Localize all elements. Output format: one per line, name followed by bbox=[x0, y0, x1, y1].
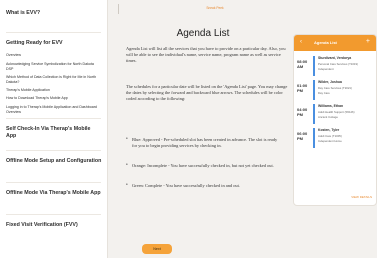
agenda-time: 04:00 PM bbox=[297, 107, 308, 117]
agenda-row[interactable]: 01:00 PM Wilder, Joshua Day Care Service… bbox=[294, 79, 376, 101]
divider bbox=[6, 118, 101, 119]
back-arrow-icon[interactable]: ‹ bbox=[300, 39, 302, 45]
add-icon[interactable]: + bbox=[366, 38, 370, 45]
bullet-orange: Orange: Incomplete - You have successful… bbox=[132, 163, 274, 168]
paragraph-intro: Agenda List will list all the services t… bbox=[126, 46, 286, 63]
sidebar-subitem-overview[interactable]: Overview bbox=[0, 53, 108, 58]
agenda-row[interactable]: 08:00 AM Sturdivant, Verdorya Personal C… bbox=[294, 55, 376, 77]
agenda-time: 06:00 PM bbox=[297, 131, 308, 141]
sidebar-subitem-download-app[interactable]: How to Download Therap's Mobile App bbox=[0, 96, 108, 101]
agenda-name: Sturdivant, Verdorya bbox=[318, 56, 352, 60]
divider bbox=[6, 32, 101, 33]
sidebar-item-fvv[interactable]: Fixed Visit Verification (FVV) bbox=[0, 222, 108, 229]
sidebar-subitem-acknowledging[interactable]: Acknowledging Service Symbolization for … bbox=[0, 62, 108, 71]
agenda-program: Ancient Cottage bbox=[318, 115, 338, 119]
paragraph-schedules: The schedules for a particular date will… bbox=[126, 84, 288, 101]
sidebar-subitem-data-collection[interactable]: Which Method of Data Collection is Right… bbox=[0, 75, 108, 84]
agenda-row[interactable]: 06:00 PM Kosten, Tyler Adult Care (T1005… bbox=[294, 127, 376, 149]
agenda-program: Independent Home bbox=[318, 139, 342, 143]
agenda-name: Williams, Ethan bbox=[318, 104, 344, 108]
agenda-service: Personal Care Services (T1019) bbox=[318, 62, 358, 66]
phone-mockup: ‹ Agenda List + 08:00 AM Sturdivant, Ver… bbox=[293, 34, 377, 206]
next-button[interactable]: Next bbox=[142, 244, 172, 254]
status-stripe bbox=[313, 56, 315, 76]
bullet-icon: • bbox=[126, 183, 128, 188]
page-title: Agenda List bbox=[176, 28, 230, 39]
sidebar-subitem-logging-in[interactable]: Logging in to Therap's Mobile Applicatio… bbox=[0, 105, 108, 114]
status-stripe bbox=[313, 104, 315, 124]
divider bbox=[6, 182, 101, 183]
sidebar-subitem-mobile-application[interactable]: Therap's Mobile Application bbox=[0, 88, 108, 93]
agenda-service: Adult Care (T1005) bbox=[318, 134, 342, 138]
view-details-link[interactable]: VIEW DETAILS bbox=[351, 195, 372, 199]
agenda-name: Kosten, Tyler bbox=[318, 128, 340, 132]
sidebar-item-getting-ready[interactable]: Getting Ready for EVV bbox=[0, 40, 108, 47]
status-stripe bbox=[313, 128, 315, 148]
divider bbox=[6, 214, 101, 215]
phone-title: Agenda List bbox=[314, 40, 337, 45]
agenda-time: 08:00 AM bbox=[297, 59, 308, 69]
agenda-program: Independent bbox=[318, 67, 334, 71]
sidebar-nav: What is EVV? Getting Ready for EVV Overv… bbox=[0, 0, 108, 258]
sidebar-item-offline-setup[interactable]: Offline Mode Setup and Configuration bbox=[0, 158, 108, 165]
divider bbox=[6, 150, 101, 151]
agenda-service: Day Care Services (T2021) bbox=[318, 86, 352, 90]
bullet-green: Green: Complete - You have successfully … bbox=[132, 183, 240, 188]
sidebar-item-what-is-evv[interactable]: What is EVV? bbox=[0, 10, 108, 17]
agenda-service: Adult Health Support (S5126) bbox=[318, 110, 355, 114]
scroll-indicator[interactable] bbox=[118, 4, 119, 14]
agenda-program: Day Care bbox=[318, 91, 330, 95]
agenda-row[interactable]: 04:00 PM Williams, Ethan Adult Health Su… bbox=[294, 103, 376, 125]
status-stripe bbox=[313, 80, 315, 100]
section-label: Sneak Peek bbox=[206, 6, 224, 10]
agenda-name: Wilder, Joshua bbox=[318, 80, 342, 84]
phone-header-bar: ‹ Agenda List + bbox=[294, 35, 376, 51]
agenda-time: 01:00 PM bbox=[297, 83, 308, 93]
bullet-icon: • bbox=[126, 163, 128, 168]
bullet-blue: Blue: Approved - Pre-scheduled slot has … bbox=[132, 137, 278, 148]
sidebar-item-offline-mode[interactable]: Offline Mode Via Therap's Mobile App bbox=[0, 190, 108, 197]
bullet-icon: • bbox=[126, 137, 128, 142]
document-body: Agenda List Agenda List will list all th… bbox=[118, 14, 288, 224]
doc-header: Sneak Peek bbox=[155, 0, 275, 14]
sidebar-item-self-check-in[interactable]: Self Check-In Via Therap's Mobile App bbox=[0, 126, 108, 140]
